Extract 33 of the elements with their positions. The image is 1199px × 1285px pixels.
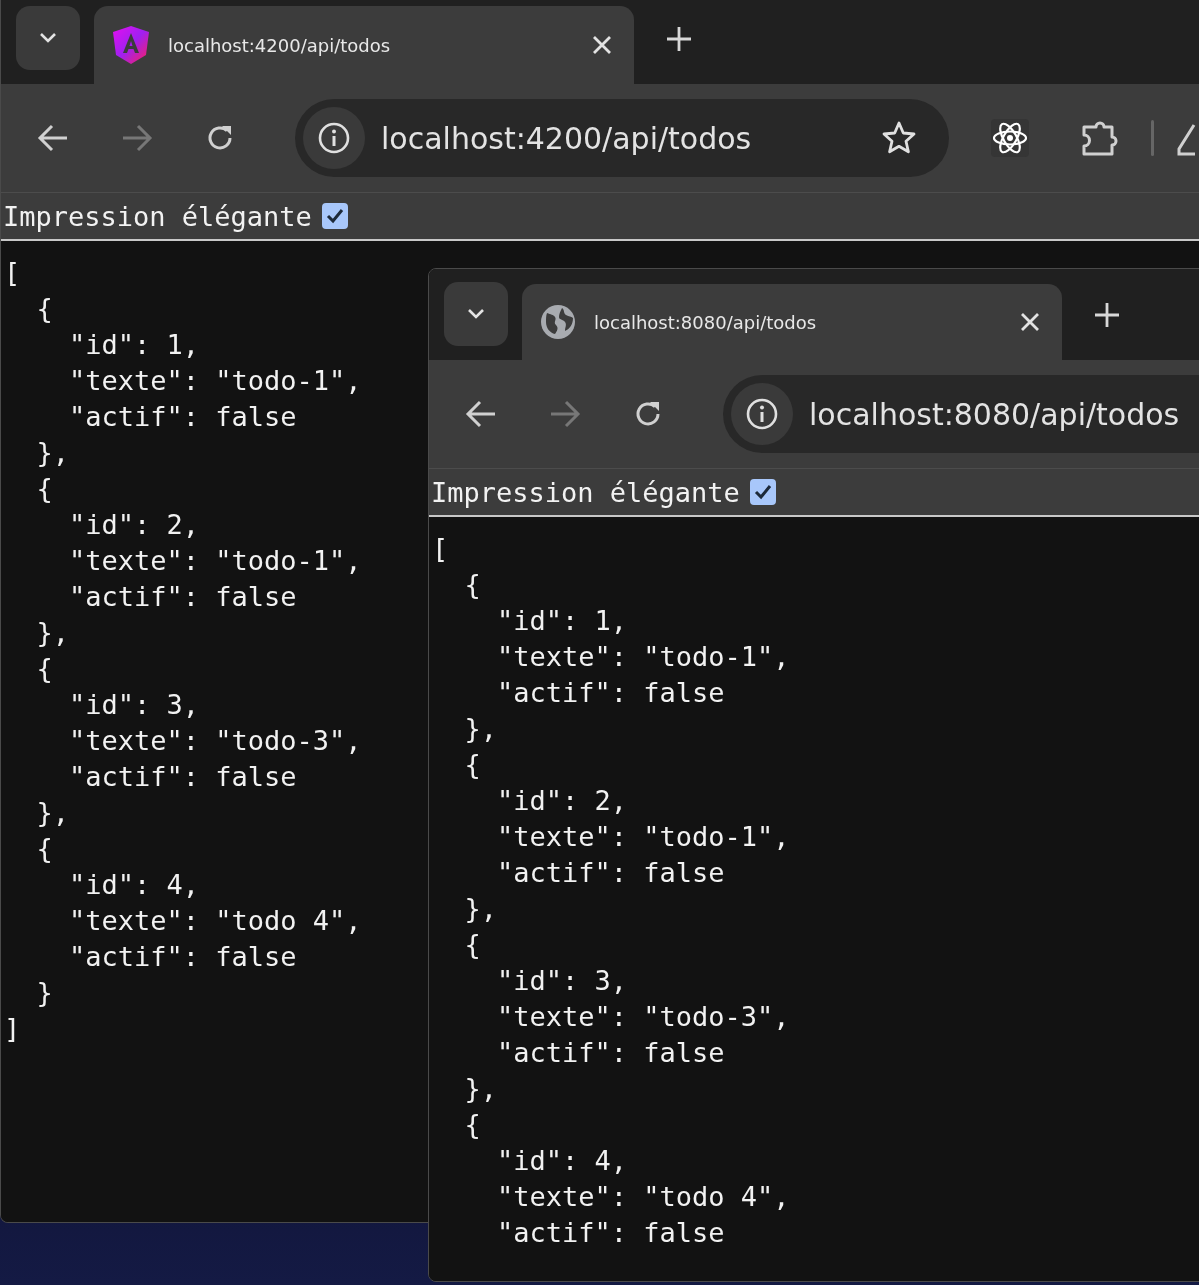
chevron-down-icon [37,31,59,45]
puzzle-piece-icon[interactable] [1081,119,1119,157]
site-info-button[interactable] [303,107,365,169]
new-tab-icon[interactable] [666,26,692,52]
tab-title: localhost:4200/api/todos [168,34,392,56]
browser-tab[interactable]: localhost:4200/api/todos [94,6,634,84]
site-info-button[interactable] [731,383,793,445]
checkmark-icon [325,208,344,224]
checkbox[interactable] [321,203,348,229]
chevron-down-icon [465,307,487,321]
forward-arrow-icon[interactable] [121,124,153,152]
checkbox[interactable] [749,479,776,505]
close-icon[interactable] [1020,312,1040,332]
url-text: localhost:4200/api/todos [381,120,753,156]
json-text: [ { "id": 1, "texte": "todo-1", "actif": false }, { "id": 2, "texte": "todo-1", "actif": false }, { "id": 3, "texte": "todo-3", "actif": false }, { "id": 4, "texte": "todo 4", "actif": false } ] [4,256,362,1046]
url-text: localhost:8080/api/todos [809,396,1181,432]
globe-icon [540,304,576,340]
address-bar[interactable]: localhost:8080/api/todos [723,375,1199,453]
back-arrow-icon[interactable] [37,124,69,152]
info-icon [746,398,778,430]
forward-arrow-icon[interactable] [549,400,581,428]
close-icon[interactable] [592,35,612,55]
bookmark-star-icon[interactable] [881,120,917,156]
atom-icon[interactable] [991,119,1029,157]
address-bar[interactable]: localhost:4200/api/todos [295,99,949,177]
info-icon [318,122,350,154]
browser-tab[interactable]: localhost:8080/api/todos [522,284,1062,360]
new-tab-icon[interactable] [1094,302,1120,328]
back-arrow-icon[interactable] [465,400,497,428]
shield-logo-icon [112,25,150,65]
checkmark-icon [753,484,772,500]
json-text: [ { "id": 1, "texte": "todo-1", "actif": false }, { "id": 2, "texte": "todo-1", "actif": false }, { "id": 3, "texte": "todo-3", "actif": false }, { "id": 4, "texte": "todo 4", "actif": false [432,532,790,1250]
tab-title: localhost:8080/api/todos [594,311,818,333]
